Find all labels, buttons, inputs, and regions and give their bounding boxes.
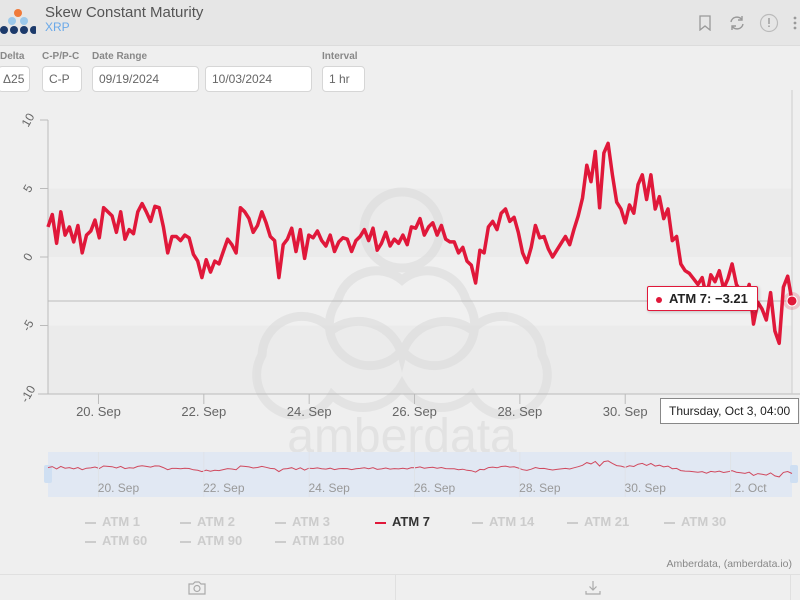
y-tick-label: 10: [19, 110, 38, 129]
legend-line-icon: [180, 521, 191, 524]
legend-item-atm-90[interactable]: ATM 90: [180, 533, 242, 548]
legend-line-icon: [664, 521, 675, 524]
x-tick-label: 22. Sep: [181, 404, 226, 419]
legend-label: ATM 3: [292, 514, 331, 529]
legend-label: ATM 21: [584, 514, 630, 529]
x-crosshair-label: Thursday, Oct 3, 04:00: [660, 398, 800, 424]
legend-label: ATM 180: [292, 533, 345, 548]
chart-credits[interactable]: Amberdata, (amberdata.io): [667, 558, 792, 570]
legend-label: ATM 2: [197, 514, 236, 529]
legend-item-atm-180[interactable]: ATM 180: [275, 533, 345, 548]
x-tick-label: 24. Sep: [287, 404, 332, 419]
x-tick-label: 20. Sep: [76, 404, 121, 419]
x-tick-label: 28. Sep: [497, 404, 542, 419]
legend-label: ATM 30: [681, 514, 727, 529]
navigator-tick-label: 20. Sep: [98, 481, 140, 495]
download-icon: [585, 581, 601, 595]
x-tick-label: 26. Sep: [392, 404, 437, 419]
legend-item-atm-2[interactable]: ATM 2: [180, 514, 235, 529]
y-tick-label: -10: [18, 383, 39, 405]
y-axis: 10 5 0 -5 -10: [18, 110, 49, 405]
legend-line-icon: [85, 540, 96, 543]
legend-label: ATM 7: [392, 514, 431, 529]
legend-item-atm-30[interactable]: ATM 30: [664, 514, 726, 529]
footer-toolbar: [0, 574, 800, 600]
legend-line-icon: [275, 540, 286, 543]
legend-line-icon: [85, 521, 96, 524]
navigator-tick-label: 26. Sep: [414, 481, 456, 495]
legend-line-icon: [375, 521, 386, 524]
legend-item-atm-21[interactable]: ATM 21: [567, 514, 629, 529]
navigator-tick-label: 24. Sep: [308, 481, 350, 495]
tooltip-value: −3.21: [714, 291, 748, 306]
navigator-handle-right[interactable]: [790, 465, 798, 483]
navigator-tick-label: 28. Sep: [519, 481, 561, 495]
legend-item-atm-14[interactable]: ATM 14: [472, 514, 534, 529]
legend-item-atm-7[interactable]: ATM 7: [375, 514, 430, 529]
legend-label: ATM 60: [102, 533, 148, 548]
series-tooltip: ATM 7: −3.21: [647, 286, 758, 311]
grid-band: [48, 120, 792, 189]
legend-label: ATM 90: [197, 533, 243, 548]
navigator-tick-label: 2. Oct: [735, 481, 768, 495]
hover-marker: [786, 295, 798, 307]
legend-line-icon: [275, 521, 286, 524]
legend-item-atm-1[interactable]: ATM 1: [85, 514, 140, 529]
download-button[interactable]: [394, 575, 791, 600]
navigator-tick-label: 22. Sep: [203, 481, 245, 495]
legend-label: ATM 1: [102, 514, 141, 529]
footer-extra: [790, 575, 800, 600]
legend-label: ATM 14: [489, 514, 535, 529]
legend-line-icon: [180, 540, 191, 543]
legend-line-icon: [472, 521, 483, 524]
screenshot-button[interactable]: [0, 575, 395, 600]
legend-line-icon: [567, 521, 578, 524]
legend-item-atm-60[interactable]: ATM 60: [85, 533, 147, 548]
y-tick-label: 0: [20, 250, 36, 263]
camera-icon: [188, 581, 206, 595]
y-tick-label: 5: [20, 182, 36, 195]
y-tick-label: -5: [19, 317, 37, 334]
navigator-tick-label: 30. Sep: [625, 481, 667, 495]
navigator-handle-left[interactable]: [44, 465, 52, 483]
legend-item-atm-3[interactable]: ATM 3: [275, 514, 330, 529]
x-tick-label: 30. Sep: [603, 404, 648, 419]
series-color-dot: [656, 296, 662, 303]
tooltip-series-label: ATM 7:: [669, 291, 715, 306]
